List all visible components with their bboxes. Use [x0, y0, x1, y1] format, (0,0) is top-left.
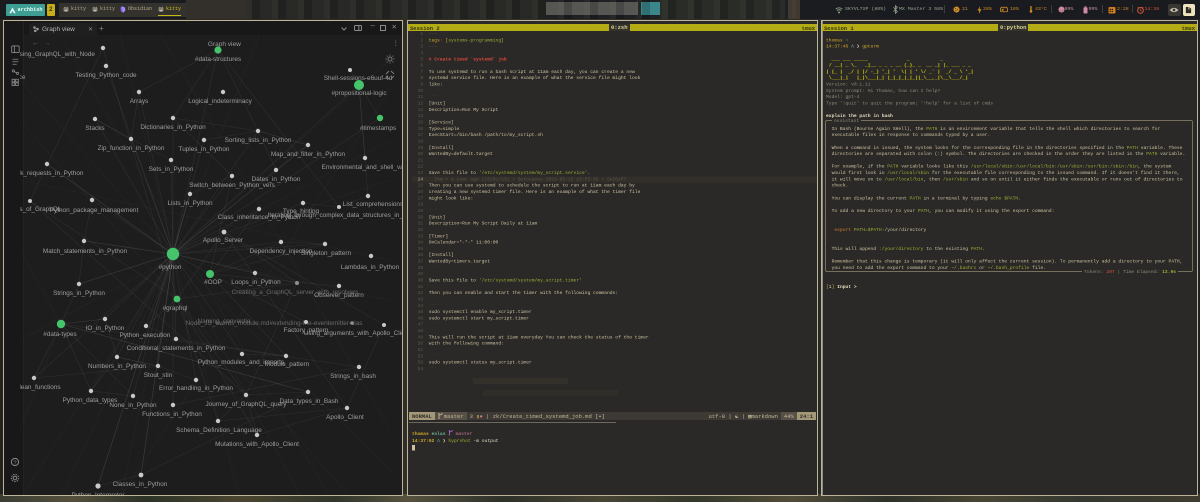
- svg-text:Schema_Definition_Language: Schema_Definition_Language: [176, 427, 262, 434]
- svg-text:Iterating_through_complex_data: Iterating_through_complex_data_structure…: [268, 212, 403, 219]
- svg-text:Conditional_statements_in_Pyth: Conditional_statements_in_Python: [127, 345, 226, 352]
- svg-text:Stout_stin: Stout_stin: [144, 372, 173, 379]
- svg-text:Naming_conventio: Naming_conventio: [198, 318, 251, 325]
- svg-text:Using_GraphQL_with_Node: Using_GraphQL_with_Node: [20, 51, 95, 58]
- svg-text:Environmental_and_shell_variab: Environmental_and_shell_variab: [322, 164, 403, 171]
- svg-text:#timestamps: #timestamps: [360, 125, 396, 132]
- svg-text:Strings_in_Python: Strings_in_Python: [53, 290, 105, 297]
- svg-text:Python_package_management: Python_package_management: [50, 207, 139, 214]
- svg-text:#graphql: #graphql: [163, 305, 188, 312]
- svg-text:Arrays: Arrays: [130, 98, 148, 105]
- svg-text:ork_requests_in_Python: ork_requests_in_Python: [20, 170, 84, 177]
- svg-text:Strings_in_bash: Strings_in_bash: [330, 373, 376, 380]
- svg-text:Lambdas_in_Python: Lambdas_in_Python: [341, 264, 400, 271]
- svg-text:Apollo_Server: Apollo_Server: [203, 237, 244, 244]
- svg-text:Mutations_with_Apollo_Client: Mutations_with_Apollo_Client: [215, 441, 299, 448]
- svg-text:?: ?: [13, 460, 16, 466]
- svg-text:ics_of_GraphQL: ics_of_GraphQL: [20, 206, 62, 213]
- svg-text:Python_execution: Python_execution: [120, 332, 171, 339]
- svg-text:#python: #python: [159, 264, 182, 271]
- svg-text:Data_types_in_Bash: Data_types_in_Bash: [280, 398, 339, 405]
- svg-text:List_comprehensions: List_comprehensions: [343, 201, 403, 208]
- svg-text:Sorting_lists_in_Python: Sorting_lists_in_Python: [225, 137, 292, 144]
- svg-text:Testing_Python_code: Testing_Python_code: [75, 72, 137, 79]
- svg-text:Logical_indeterminacy: Logical_indeterminacy: [188, 98, 252, 105]
- svg-text:Match_statements_in_Python: Match_statements_in_Python: [43, 248, 128, 255]
- svg-text:Map_and_filter_in_Python: Map_and_filter_in_Python: [271, 151, 346, 158]
- svg-text:Module_pattern: Module_pattern: [265, 361, 310, 368]
- svg-text:ce: ce: [20, 74, 26, 81]
- svg-text:#OOP: #OOP: [204, 279, 222, 286]
- svg-text:Python_Interpreter: Python_Interpreter: [72, 492, 126, 496]
- svg-text:#data-types: #data-types: [43, 331, 76, 338]
- svg-text:Dictionaries_in_Python: Dictionaries_in_Python: [140, 124, 206, 131]
- svg-text:Singleton_pattern: Singleton_pattern: [301, 250, 352, 257]
- svg-text:Lists_in_Python: Lists_in_Python: [167, 200, 213, 207]
- svg-text:None_in_Python: None_in_Python: [109, 402, 157, 409]
- svg-text:Journey_of_GraphQL_query: Journey_of_GraphQL_query: [205, 401, 287, 408]
- svg-text:Zip_function_in_Python: Zip_function_in_Python: [98, 145, 165, 152]
- svg-text:Switch_between_Python_vers: Switch_between_Python_vers: [189, 182, 275, 189]
- svg-text:Apollo_Client: Apollo_Client: [326, 414, 364, 421]
- svg-text:Tuples_in_Python: Tuples_in_Python: [179, 146, 230, 153]
- svg-text:Using_arguments_with_Apollo_Cl: Using_arguments_with_Apollo_Clien: [304, 330, 403, 337]
- svg-text:Sets_in_Python: Sets_in_Python: [149, 166, 194, 173]
- svg-text:Observer_pattern: Observer_pattern: [314, 292, 364, 299]
- svg-text:Loops_in_Python: Loops_in_Python: [231, 279, 281, 286]
- svg-text:IO_in_Python: IO_in_Python: [86, 325, 125, 332]
- svg-text:Stacks: Stacks: [85, 125, 104, 132]
- svg-text:Functions_in_Python: Functions_in_Python: [142, 411, 202, 418]
- svg-text:#propositional-logic: #propositional-logic: [331, 90, 387, 97]
- svg-text:Error_handling_in_Python: Error_handling_in_Python: [159, 385, 233, 392]
- svg-text:lean_functions: lean_functions: [20, 384, 61, 391]
- svg-text:#data-structures: #data-structures: [195, 56, 241, 63]
- svg-text:Numbers_in_Python: Numbers_in_Python: [88, 363, 146, 370]
- svg-text:Classes_in_Python: Classes_in_Python: [113, 481, 168, 488]
